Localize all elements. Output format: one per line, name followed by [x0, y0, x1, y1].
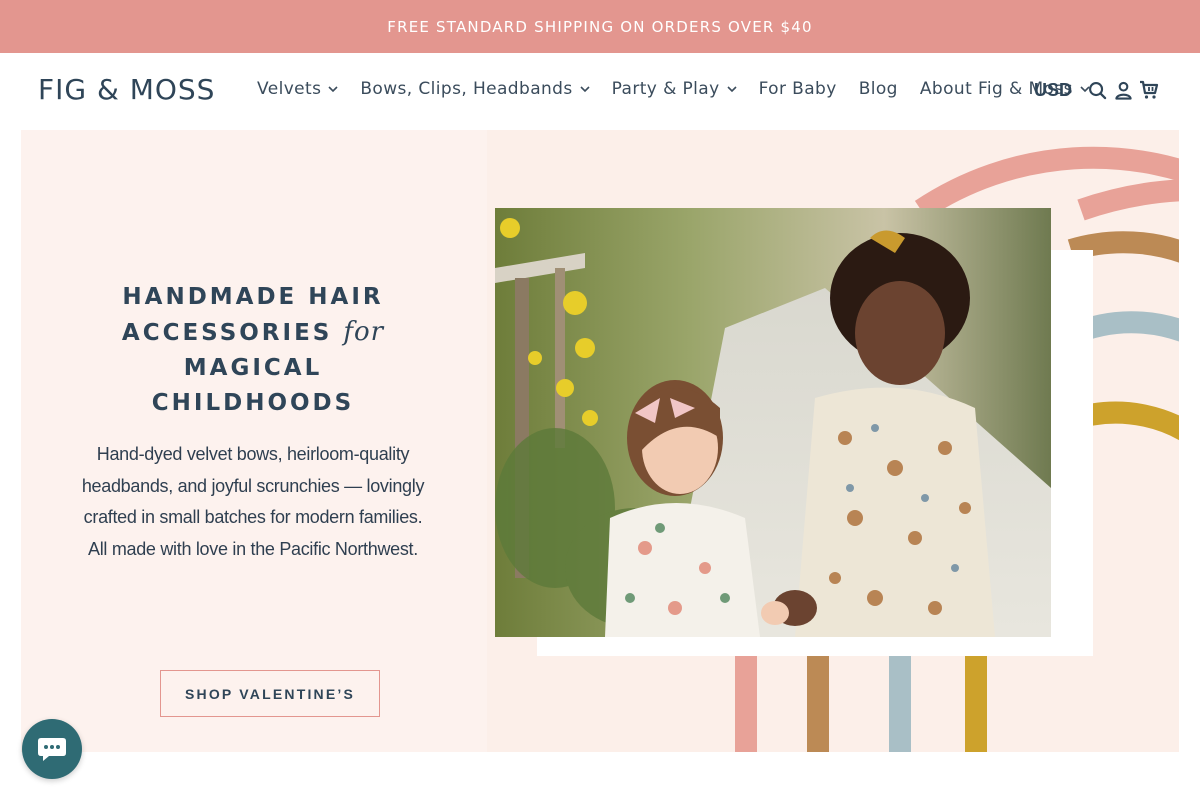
announcement-bar: FREE STANDARD SHIPPING ON ORDERS OVER $4… [0, 0, 1200, 53]
cart-icon[interactable] [1138, 79, 1160, 101]
nav-for-baby[interactable]: For Baby [759, 79, 837, 99]
nav-velvets[interactable]: Velvets [257, 79, 338, 99]
hero-photo [495, 208, 1051, 637]
hero-description: Hand-dyed velvet bows, heirloom-quality … [81, 444, 425, 559]
hero-headline: HANDMADE HAIR ACCESSORIES for MAGICAL CH… [81, 280, 425, 421]
headline-line-4: CHILDHOODS [151, 390, 355, 416]
nav-bows-clips-headbands[interactable]: Bows, Clips, Headbands [360, 79, 590, 99]
account-icon[interactable] [1112, 79, 1134, 101]
chevron-down-icon [580, 86, 590, 93]
shop-valentines-button[interactable]: SHOP VALENTINE’S [160, 670, 380, 717]
nav-label: Party & Play [611, 79, 720, 99]
hero-banner: HANDMADE HAIR ACCESSORIES for MAGICAL CH… [21, 130, 1179, 752]
chat-button[interactable] [22, 719, 82, 779]
chevron-down-icon [727, 86, 737, 93]
site-header: FIG & MOSS Velvets Bows, Clips, Headband… [0, 53, 1200, 130]
nav-label: Blog [858, 79, 898, 99]
chevron-down-icon [328, 86, 338, 93]
hero-text-block: HANDMADE HAIR ACCESSORIES for MAGICAL CH… [81, 280, 425, 565]
logo[interactable]: FIG & MOSS [38, 73, 215, 106]
chat-icon [38, 738, 66, 761]
nav-label: For Baby [758, 79, 837, 99]
announcement-text: FREE STANDARD SHIPPING ON ORDERS OVER $4… [387, 17, 813, 36]
nav-label: Velvets [257, 79, 322, 99]
main-nav: Velvets Bows, Clips, Headbands Party & P… [257, 79, 1112, 99]
headline-script-word: for [343, 317, 385, 347]
currency-selector[interactable]: USD [1034, 80, 1072, 101]
headline-line-2: ACCESSORIES [121, 320, 333, 346]
nav-label: Bows, Clips, Headbands [360, 79, 573, 99]
search-icon[interactable] [1086, 79, 1108, 101]
nav-party-play[interactable]: Party & Play [612, 79, 737, 99]
nav-blog[interactable]: Blog [859, 79, 898, 99]
headline-line-1: HANDMADE HAIR [122, 284, 384, 310]
header-tools: USD [1034, 79, 1160, 101]
headline-line-3: MAGICAL [183, 355, 323, 381]
